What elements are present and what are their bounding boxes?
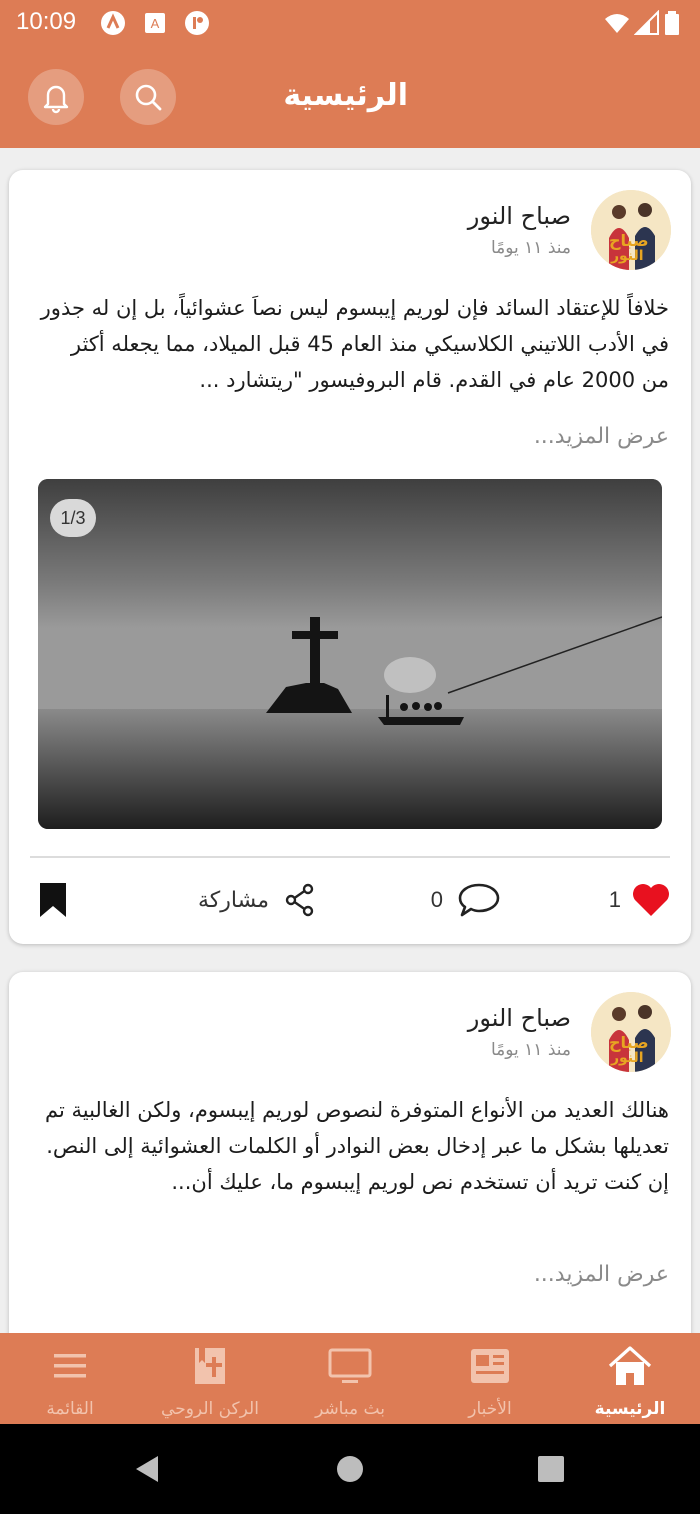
- author-avatar-image: صباح النور: [591, 992, 671, 1072]
- battery-icon: [665, 11, 679, 35]
- comment-button[interactable]: 0: [431, 875, 501, 925]
- bible-icon: [195, 1348, 225, 1384]
- system-navigation-bar: [0, 1424, 700, 1514]
- share-button[interactable]: مشاركة: [198, 875, 315, 925]
- read-more-link[interactable]: عرض المزيد...: [534, 424, 669, 449]
- nav-menu-label: القائمة: [46, 1399, 94, 1419]
- author-name[interactable]: صباح النور: [468, 1004, 571, 1032]
- author-avatar-image: صباح النور: [591, 190, 671, 270]
- post-photo: [38, 479, 662, 829]
- feed[interactable]: صباح النور صباح النور منذ ١١ يومًا خلافا…: [0, 148, 700, 1333]
- comment-icon: [458, 883, 500, 917]
- nav-spiritual-label: الركن الروحي: [161, 1399, 259, 1419]
- bell-icon: [43, 85, 69, 114]
- signal-icon: [634, 10, 659, 35]
- notifications-button[interactable]: [28, 69, 84, 125]
- share-label: مشاركة: [197, 887, 269, 913]
- nav-home[interactable]: الرئيسية: [560, 1333, 700, 1424]
- avatar[interactable]: صباح النور: [591, 992, 671, 1072]
- app-notification-icon-2: A: [145, 13, 165, 33]
- post-time: منذ ١١ يومًا: [490, 238, 571, 258]
- search-button[interactable]: [120, 69, 176, 125]
- author-name[interactable]: صباح النور: [468, 202, 571, 230]
- status-bar: 10:09 A: [0, 0, 700, 48]
- home-icon: [608, 1346, 652, 1385]
- share-icon: [285, 883, 314, 917]
- image-counter: 1/3: [50, 499, 96, 537]
- status-time: 10:09: [16, 8, 77, 35]
- like-button[interactable]: 1: [609, 875, 671, 925]
- bookmark-button[interactable]: [39, 875, 67, 925]
- post-image[interactable]: 1/3: [38, 479, 662, 829]
- news-icon: [471, 1349, 509, 1383]
- comment-count: 0: [430, 887, 443, 912]
- nav-live-label: بث مباشر: [315, 1399, 385, 1419]
- divider: [30, 856, 670, 858]
- nav-news-label: الأخبار: [468, 1399, 512, 1419]
- svg-text:النور: النور: [610, 1050, 644, 1066]
- svg-text:النور: النور: [610, 248, 644, 264]
- search-icon: [135, 84, 162, 111]
- nav-spiritual[interactable]: الركن الروحي: [140, 1333, 280, 1424]
- app-bar: الرئيسية: [0, 48, 700, 148]
- like-count: 1: [608, 887, 621, 912]
- heart-icon: [633, 884, 669, 916]
- post-text: خلافاً للإعتقاد السائد فإن لوريم إيبسوم …: [40, 296, 669, 392]
- home-system-icon[interactable]: [336, 1455, 364, 1483]
- tv-icon: [328, 1348, 372, 1383]
- wifi-icon: [605, 14, 629, 33]
- recents-icon[interactable]: [537, 1455, 565, 1483]
- post-text: هنالك العديد من الأنواع المتوفرة لنصوص ل…: [44, 1098, 669, 1194]
- nav-news[interactable]: الأخبار: [420, 1333, 560, 1424]
- page-title: الرئيسية: [283, 78, 408, 113]
- read-more-link[interactable]: عرض المزيد...: [534, 1262, 669, 1287]
- post-actions: 1 0 مشاركة: [9, 875, 691, 925]
- app-notification-icon-3: [185, 11, 209, 35]
- back-icon[interactable]: [132, 1454, 162, 1484]
- bookmark-icon: [40, 883, 66, 917]
- nav-live[interactable]: بث مباشر: [280, 1333, 420, 1424]
- nav-menu[interactable]: القائمة: [0, 1333, 140, 1424]
- menu-icon: [54, 1354, 86, 1378]
- avatar[interactable]: صباح النور: [591, 190, 671, 270]
- bottom-navigation: الرئيسية الأخبار بث مباشر الركن الروحي ا…: [0, 1333, 700, 1424]
- app-notification-icon: [101, 11, 125, 35]
- svg-text:A: A: [151, 16, 160, 31]
- post-card: صباح النور صباح النور منذ ١١ يومًا هنالك…: [9, 972, 691, 1333]
- post-time: منذ ١١ يومًا: [490, 1040, 571, 1060]
- nav-home-label: الرئيسية: [594, 1399, 666, 1419]
- post-card: صباح النور صباح النور منذ ١١ يومًا خلافا…: [9, 170, 691, 944]
